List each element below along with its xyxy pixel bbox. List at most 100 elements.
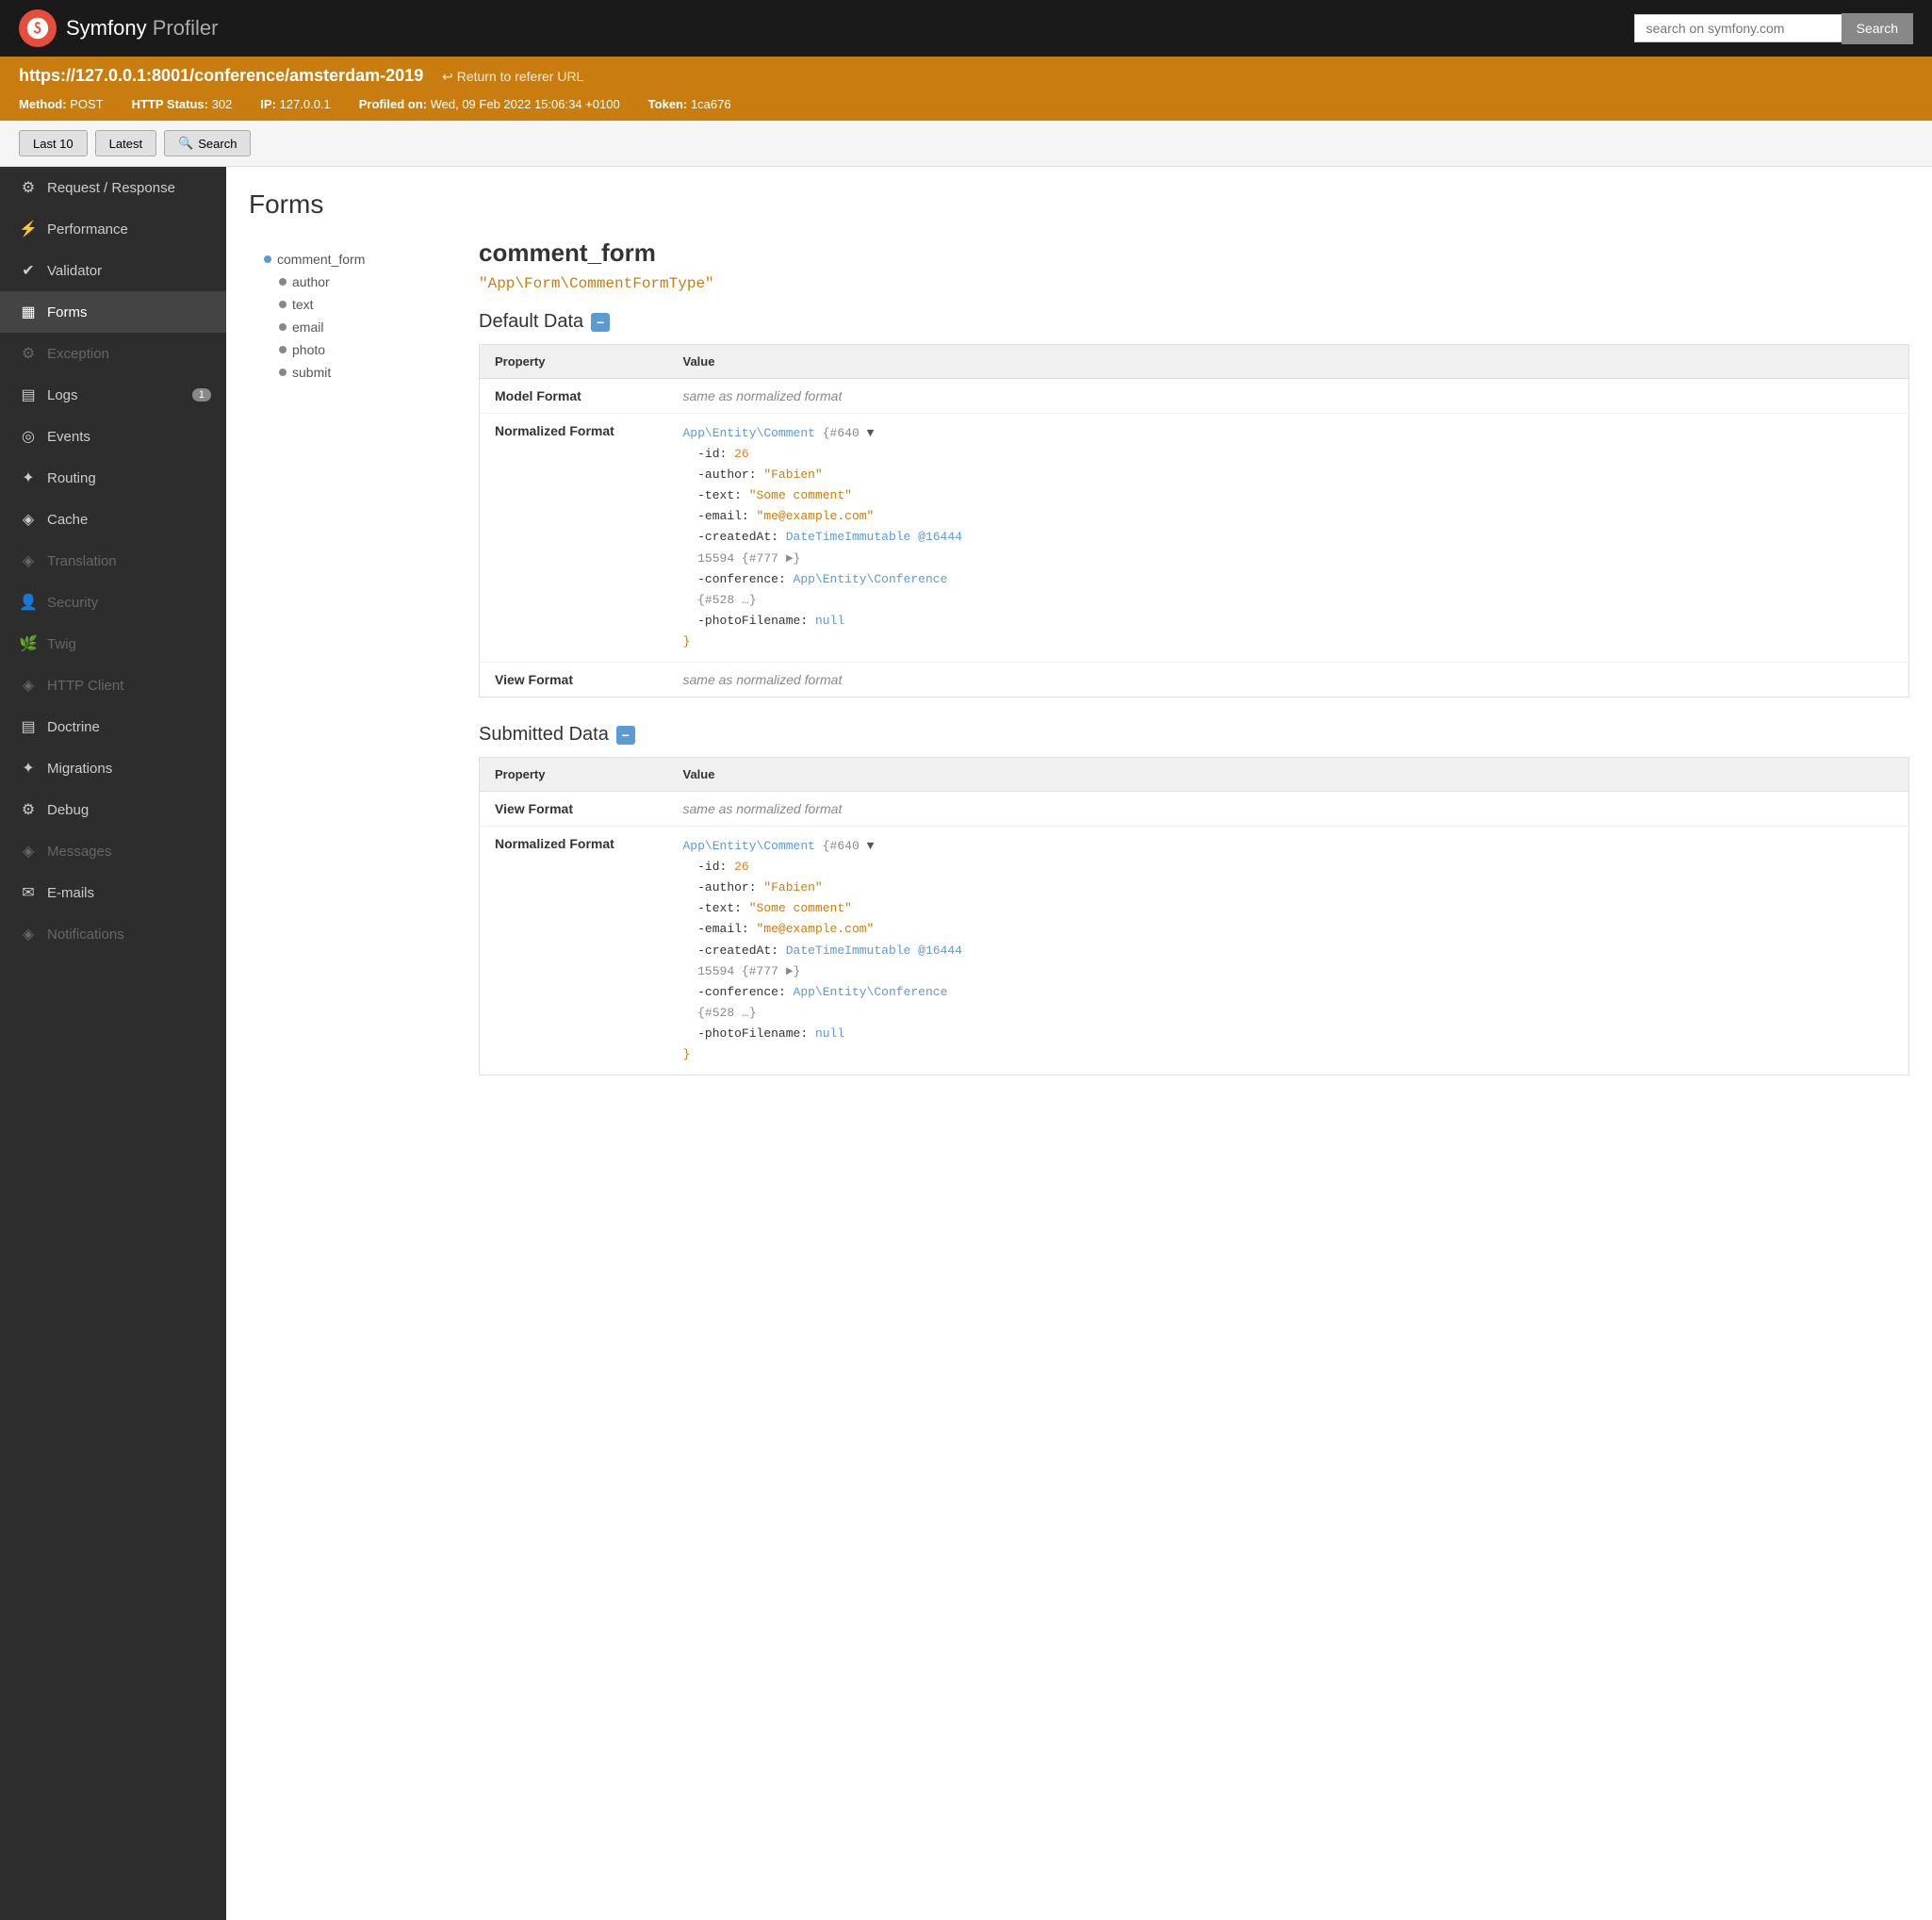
search-btn-label: Search	[198, 137, 237, 151]
header-search-button[interactable]: Search	[1842, 13, 1913, 44]
ip-label: IP:	[260, 97, 276, 111]
app-name: Symfony	[66, 16, 147, 40]
twig-icon: 🌿	[19, 634, 38, 653]
tree-dot-root	[264, 255, 271, 263]
sidebar-item-notifications: ◈ Notifications	[0, 913, 226, 955]
migrations-icon: ✦	[19, 759, 38, 778]
tree-child-item-submit[interactable]: submit	[249, 361, 456, 384]
http-client-icon: ◈	[19, 676, 38, 695]
sidebar-item-logs[interactable]: ▤Logs1	[0, 374, 226, 416]
security-icon: 👤	[19, 593, 38, 612]
cache-icon: ◈	[19, 510, 38, 529]
tree-child-label-text: text	[292, 297, 314, 312]
forms-detail-panel: comment_form "App\Form\CommentFormType" …	[479, 238, 1909, 1102]
profiled-url[interactable]: https://127.0.0.1:8001/conference/amster…	[19, 66, 423, 85]
table-row: View Format same as normalized format	[480, 792, 1909, 827]
app-sub: Profiler	[153, 16, 219, 40]
sidebar-item-label-request-response: Request / Response	[47, 180, 175, 196]
sidebar-item-emails[interactable]: ✉E-mails	[0, 872, 226, 913]
request-response-icon: ⚙	[19, 178, 38, 197]
status-value: 302	[212, 97, 233, 111]
forms-content: comment_form authortextemailphotosubmit …	[249, 238, 1909, 1102]
last10-button[interactable]: Last 10	[19, 130, 88, 156]
sidebar-item-debug[interactable]: ⚙Debug	[0, 789, 226, 830]
forms-tree: comment_form author text email photo submit	[249, 238, 456, 393]
main-content: Forms comment_form authortextemailphotos…	[226, 167, 1932, 1920]
model-format-label: Model Format	[480, 379, 668, 414]
exception-icon: ⚙	[19, 344, 38, 363]
main-layout: ⚙ Request / Response ⚡Performance✔Validato…	[0, 167, 1932, 1920]
tree-child-item-text[interactable]: text	[249, 293, 456, 316]
submitted-table-header-value: Value	[668, 758, 1909, 792]
header-search-input[interactable]	[1634, 14, 1842, 42]
tree-child-label-photo: photo	[292, 342, 325, 357]
tree-dot-photo	[279, 346, 287, 353]
submitted-data-section-title: Submitted Data −	[479, 724, 1909, 746]
sidebar-item-translation: ◈Translation	[0, 540, 226, 582]
tree-child-item-author[interactable]: author	[249, 271, 456, 293]
sidebar-item-events[interactable]: ◎ Events	[0, 416, 226, 457]
url-bar: https://127.0.0.1:8001/conference/amster…	[0, 57, 1932, 95]
default-data-toggle[interactable]: −	[591, 313, 610, 332]
sidebar-item-migrations[interactable]: ✦Migrations	[0, 747, 226, 789]
submitted-data-toggle[interactable]: −	[616, 726, 635, 745]
sidebar-item-label-cache: Cache	[47, 512, 88, 528]
default-data-table: Property Value Model Format same as norm…	[479, 344, 1909, 697]
sidebar-item-routing[interactable]: ✦Routing	[0, 457, 226, 499]
tree-root-label: comment_form	[277, 252, 365, 267]
sidebar-item-label-messages: Messages	[47, 844, 111, 860]
latest-button[interactable]: Latest	[95, 130, 156, 156]
app-title: Symfony Profiler	[66, 16, 218, 41]
debug-icon: ⚙	[19, 800, 38, 819]
notifications-icon: ◈	[19, 925, 38, 944]
tree-child-item-photo[interactable]: photo	[249, 338, 456, 361]
table-row: Normalized Format App\Entity\Comment {#6…	[480, 827, 1909, 1075]
sidebar-item-forms[interactable]: ▦Forms	[0, 291, 226, 333]
sidebar-item-label-security: Security	[47, 595, 98, 611]
return-referer-link[interactable]: ↩ Return to referer URL	[442, 69, 583, 84]
profiled-value: Wed, 09 Feb 2022 15:06:34 +0100	[431, 97, 620, 111]
sidebar-item-validator[interactable]: ✔Validator	[0, 250, 226, 291]
default-data-title-text: Default Data	[479, 311, 583, 333]
tree-root-item[interactable]: comment_form	[249, 248, 456, 271]
tree-child-label-submit: submit	[292, 365, 331, 380]
submitted-data-table: Property Value View Format same as norma…	[479, 757, 1909, 1075]
logs-icon: ▤	[19, 386, 38, 404]
sidebar-item-label-twig: Twig	[47, 636, 76, 652]
tree-dot-submit	[279, 369, 287, 376]
sidebar-item-label-events: Events	[47, 429, 90, 445]
sidebar-item-doctrine[interactable]: ▤Doctrine	[0, 706, 226, 747]
sidebar-item-label-routing: Routing	[47, 470, 96, 486]
validator-icon: ✔	[19, 261, 38, 280]
sidebar-item-label-emails: E-mails	[47, 885, 94, 901]
model-format-value: same as normalized format	[668, 379, 1909, 414]
sidebar-item-label-performance: Performance	[47, 222, 128, 238]
tree-dot-email	[279, 323, 287, 331]
ip-meta: IP: 127.0.0.1	[260, 97, 330, 111]
default-data-section-title: Default Data −	[479, 311, 1909, 333]
sidebar-item-request-response[interactable]: ⚙ Request / Response	[0, 167, 226, 208]
submitted-data-title-text: Submitted Data	[479, 724, 609, 746]
tree-child-label-email: email	[292, 320, 323, 335]
table-row: Normalized Format App\Entity\Comment {#6…	[480, 414, 1909, 663]
sidebar-item-label-translation: Translation	[47, 553, 117, 569]
search-icon: 🔍	[178, 136, 193, 151]
normalized-format-label: Normalized Format	[480, 414, 668, 663]
tree-dot-author	[279, 278, 287, 286]
events-icon: ◎	[19, 427, 38, 446]
ip-value: 127.0.0.1	[280, 97, 331, 111]
sidebar-item-performance[interactable]: ⚡Performance	[0, 208, 226, 250]
submitted-normalized-value: App\Entity\Comment {#640 ▼ -id: 26 -auth…	[668, 827, 1909, 1075]
sidebar-item-cache[interactable]: ◈ Cache	[0, 499, 226, 540]
sidebar-item-messages: ◈Messages	[0, 830, 226, 872]
tree-child-item-email[interactable]: email	[249, 316, 456, 338]
header-search-area: Search	[1634, 13, 1913, 44]
forms-icon: ▦	[19, 303, 38, 321]
search-toolbar-button[interactable]: 🔍 Search	[164, 130, 251, 156]
sidebar-item-label-http-client: HTTP Client	[47, 678, 123, 694]
status-label: HTTP Status:	[132, 97, 208, 111]
doctrine-icon: ▤	[19, 717, 38, 736]
sidebar-item-label-notifications: Notifications	[47, 927, 124, 943]
sidebar-item-twig: 🌿 Twig	[0, 623, 226, 665]
method-meta: Method: POST	[19, 97, 104, 111]
